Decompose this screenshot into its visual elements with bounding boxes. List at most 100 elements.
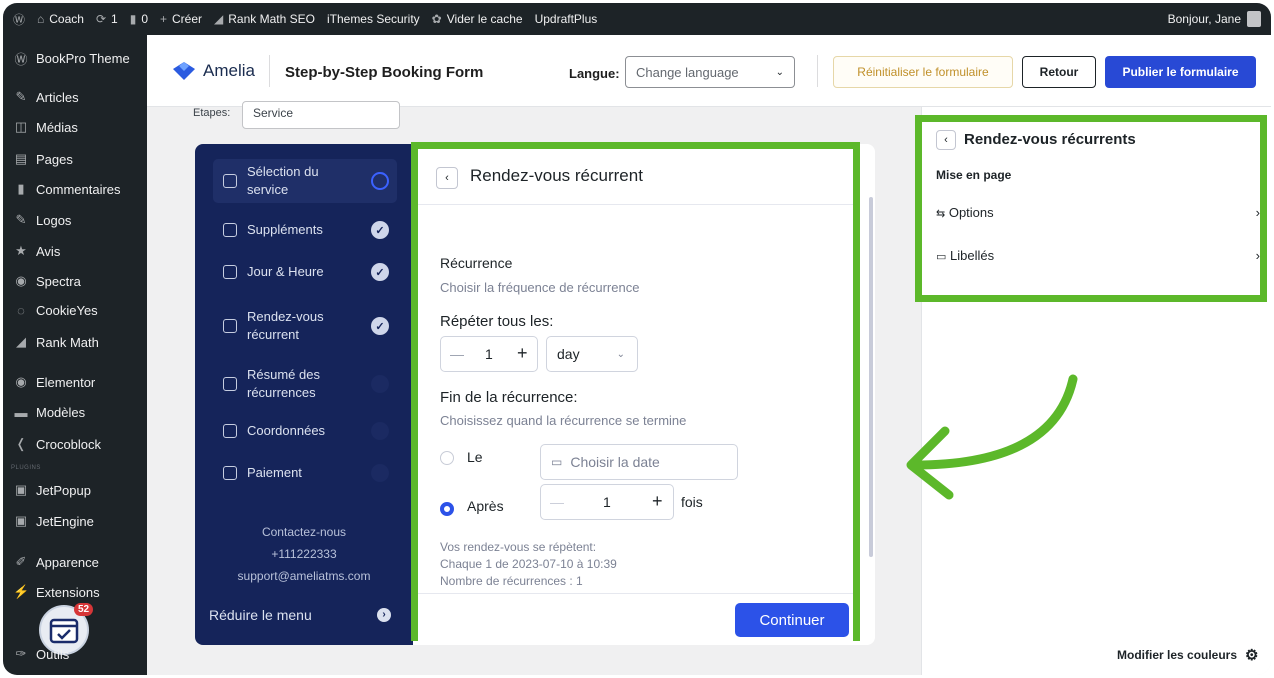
step-item-3[interactable]: Rendez-vous récurrent ✓: [213, 304, 397, 348]
step-icon: [223, 265, 237, 279]
sidebar-item-apparence[interactable]: ✐ Apparence: [3, 554, 147, 570]
refresh-icon: ⟳: [95, 12, 107, 26]
sidebar-item-articles[interactable]: ✎ Articles: [3, 89, 147, 105]
sidebar-item-jetengine[interactable]: ▣ JetEngine: [3, 513, 147, 529]
notification-badge: 52: [74, 603, 94, 616]
ithemes-link[interactable]: iThemes Security: [327, 12, 420, 26]
steps-select[interactable]: Service: [242, 101, 400, 129]
admin-sidebar: PLUGINS 52 Ⓦ BookPro Theme ✎ Articles ◫ Média…: [3, 35, 147, 675]
reduce-menu-label[interactable]: Réduire le menu: [209, 607, 312, 623]
language-select[interactable]: Change language ⌄: [625, 56, 795, 88]
step-item-2[interactable]: Jour & Heure ✓: [213, 255, 397, 289]
reset-form-button[interactable]: Réinitialiser le formulaire: [833, 56, 1013, 88]
after-stepper[interactable]: — 1 +: [540, 484, 674, 520]
sidebar-item-label: Crocoblock: [36, 436, 102, 452]
check-icon: ✓: [371, 317, 389, 335]
date-picker-input[interactable]: ▭ Choisir la date: [540, 444, 738, 480]
repeat-value: 1: [485, 346, 493, 362]
minus-icon[interactable]: —: [550, 494, 564, 510]
calendar-icon: [49, 618, 79, 644]
step-item-0[interactable]: Sélection du service: [213, 159, 397, 203]
sidebar-item-spectra[interactable]: ◉ Spectra: [3, 273, 147, 289]
jet-icon: ▣: [14, 513, 28, 528]
brush-icon: ✐: [15, 554, 27, 569]
step-label-line1: Suppléments: [247, 222, 323, 237]
create-link[interactable]: + Créer: [160, 12, 202, 26]
sidebar-item-bookpro-theme[interactable]: Ⓦ BookPro Theme: [3, 49, 147, 68]
pending-step-indicator: [371, 422, 389, 440]
back-chevron-button[interactable]: ‹: [436, 167, 458, 189]
modify-colors-link[interactable]: Modifier les couleurs ⚙: [1117, 646, 1258, 664]
continue-button[interactable]: Continuer: [735, 603, 849, 637]
sidebar-item-m-dias[interactable]: ◫ Médias: [3, 119, 147, 135]
step-label: Jour & Heure: [247, 263, 324, 281]
step-item-6[interactable]: Paiement: [213, 456, 397, 490]
sidebar-item-commentaires[interactable]: ▮ Commentaires: [3, 181, 147, 197]
panel-title: Rendez-vous récurrent: [470, 166, 643, 185]
repeat-stepper[interactable]: — 1 +: [440, 336, 538, 372]
step-item-1[interactable]: Suppléments ✓: [213, 213, 397, 247]
sidebar-item-avis[interactable]: ★ Avis: [3, 243, 147, 259]
step-item-5[interactable]: Coordonnées: [213, 414, 397, 448]
label-icon: ▭: [936, 251, 947, 263]
sidebar-item-label: Spectra: [36, 273, 81, 289]
arrow-right-icon[interactable]: ›: [377, 608, 391, 622]
sidebar-item-elementor[interactable]: ◉ Elementor: [3, 374, 147, 390]
sidebar-item-rank-math[interactable]: ◢ Rank Math: [3, 334, 147, 350]
account-menu[interactable]: Bonjour, Jane: [1168, 3, 1261, 35]
pin-icon: ✎: [15, 212, 27, 227]
publish-form-button[interactable]: Publier le formulaire: [1105, 56, 1256, 88]
sidebar-item-label: Articles: [36, 89, 79, 105]
panel-header: ‹ Rendez-vous récurrent: [418, 149, 853, 205]
screen-frame: Ⓦ ⌂ Coach ⟳ 1 ▮ 0 + Créer ◢ Rank Math SEO iTh…: [3, 3, 1271, 675]
back-chevron-button[interactable]: ‹: [936, 130, 956, 150]
sidebar-item-label: JetPopup: [36, 482, 91, 498]
labels-row[interactable]: ▭ Libellés ›: [936, 248, 1260, 263]
comments-link[interactable]: ▮ 0: [130, 12, 148, 26]
sidebar-item-outils[interactable]: ✑ Outils: [3, 646, 147, 662]
sidebar-item-label: Modèles: [36, 405, 86, 420]
step-label: Paiement: [247, 464, 302, 482]
back-button[interactable]: Retour: [1022, 56, 1096, 88]
header-divider: [269, 55, 270, 87]
end-after-radio[interactable]: [440, 502, 454, 516]
sidebar-item-logos[interactable]: ✎ Logos: [3, 212, 147, 228]
after-value: 1: [603, 494, 611, 510]
sidebar-item-crocoblock[interactable]: ❬ Crocoblock: [3, 436, 147, 452]
chevron-right-icon: ›: [1255, 205, 1260, 220]
sidebar-item-cookieyes[interactable]: ◌ CookieYes: [3, 303, 147, 318]
plus-icon[interactable]: +: [652, 491, 663, 512]
end-on-date-radio[interactable]: [440, 451, 454, 465]
step-label-line1: Jour & Heure: [247, 264, 324, 279]
step-label-line1: Résumé des: [247, 367, 320, 382]
pending-step-indicator: [371, 464, 389, 482]
step-item-4[interactable]: Résumé des récurrences: [213, 362, 397, 406]
sidebar-item-jetpopup[interactable]: ▣ JetPopup: [3, 482, 147, 498]
minus-icon[interactable]: —: [450, 346, 464, 362]
plus-icon[interactable]: +: [517, 343, 528, 364]
settings-title: Rendez-vous récurrents: [964, 131, 1136, 148]
updates-link[interactable]: ⟳ 1: [96, 12, 118, 26]
cache-link[interactable]: ✿ Vider le cache: [432, 12, 523, 26]
spectra-icon: ◉: [15, 273, 27, 288]
amelia-logo-icon: [173, 62, 195, 80]
rank-math-link[interactable]: ◢ Rank Math SEO: [214, 12, 315, 26]
sidebar-item-label: Outils: [36, 646, 70, 662]
amelia-logo: Amelia: [173, 61, 255, 81]
chart-icon: ◢: [16, 334, 26, 349]
sidebar-item-extensions[interactable]: ⚡ Extensions: [3, 584, 147, 600]
sidebar-item-pages[interactable]: ▤ Pages: [3, 151, 147, 167]
sidebar-item-mod-les[interactable]: ▬ Modèles: [3, 405, 147, 420]
updraft-link[interactable]: UpdraftPlus: [535, 12, 598, 26]
chevron-left-icon: ‹: [944, 134, 948, 146]
chevron-down-icon: ⌄: [616, 348, 625, 360]
sidebar-item-label: Extensions: [36, 584, 100, 600]
avatar: [1247, 11, 1261, 27]
site-name-link[interactable]: ⌂ Coach: [37, 12, 84, 26]
step-label: Sélection du service: [247, 163, 319, 199]
wordpress-logo-icon[interactable]: Ⓦ: [13, 11, 25, 28]
repeat-unit-select[interactable]: day ⌄: [546, 336, 638, 372]
scrollbar[interactable]: [869, 197, 873, 557]
options-row[interactable]: ⇆ Options ›: [936, 205, 1260, 220]
repeat-label: Répéter tous les:: [440, 313, 554, 330]
